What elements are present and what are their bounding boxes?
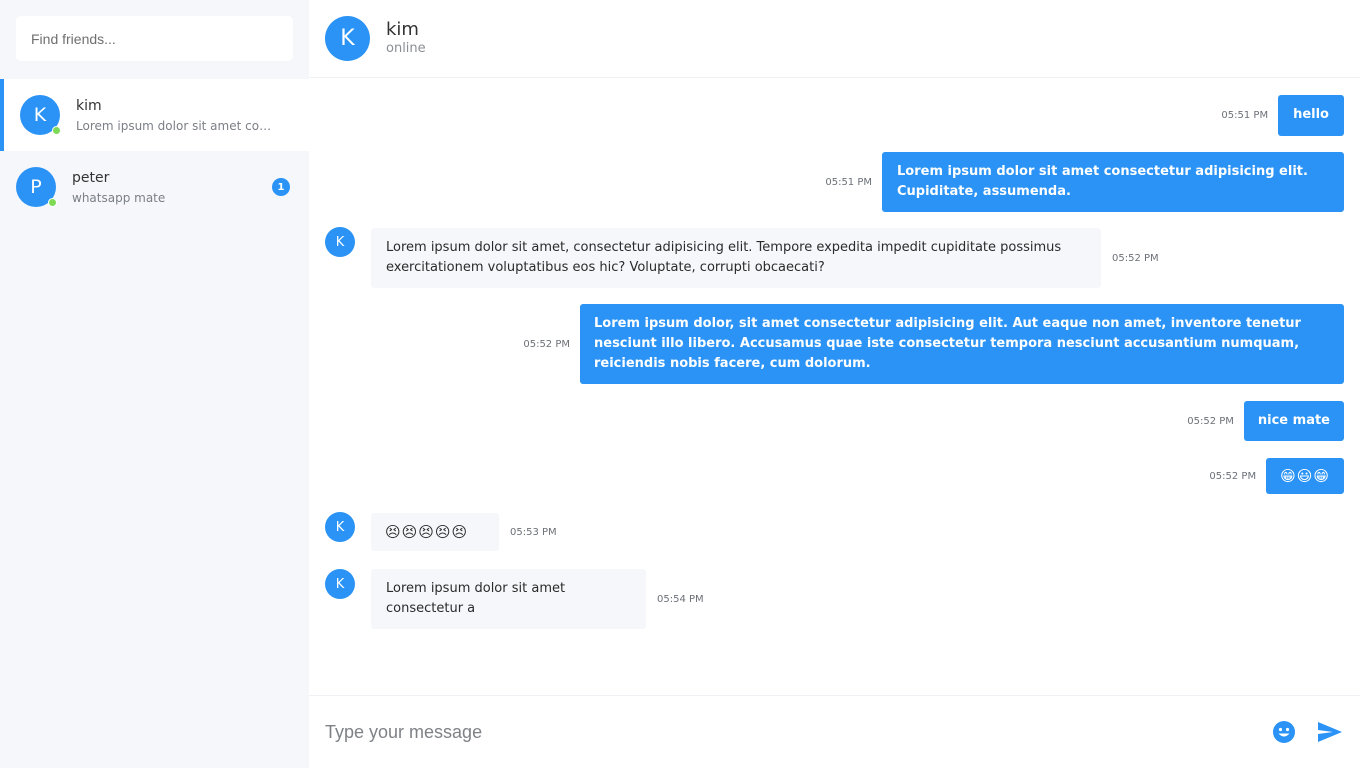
message-time: 05:53 PM bbox=[510, 526, 557, 538]
search-container bbox=[0, 0, 309, 61]
message-avatar: K bbox=[325, 227, 355, 257]
avatar: K bbox=[20, 95, 61, 135]
chat-panel: K kim online 05:51 PM hello 05:51 PM Lor… bbox=[309, 0, 1360, 768]
online-status-dot bbox=[52, 126, 61, 135]
chat-app: K kim Lorem ipsum dolor sit amet con... … bbox=[0, 0, 1360, 768]
message-sent: 05:51 PM hello bbox=[1221, 95, 1344, 136]
message-received: 😣😣😣😣😣 05:53 PM bbox=[371, 513, 557, 551]
contact-item-kim[interactable]: K kim Lorem ipsum dolor sit amet con... bbox=[0, 79, 309, 151]
message-time: 05:51 PM bbox=[1221, 110, 1269, 121]
message-time: 05:51 PM bbox=[825, 176, 872, 188]
send-arrow-icon[interactable] bbox=[1317, 719, 1343, 745]
chat-contact-status: online bbox=[386, 40, 426, 56]
smiley-face-icon[interactable] bbox=[1271, 719, 1297, 745]
message-time: 05:52 PM bbox=[1112, 252, 1159, 264]
sidebar: K kim Lorem ipsum dolor sit amet con... … bbox=[0, 0, 309, 768]
chat-header-avatar: K bbox=[325, 16, 370, 61]
online-status-dot bbox=[48, 198, 57, 207]
message-avatar: K bbox=[325, 512, 355, 542]
message-time: 05:52 PM bbox=[523, 338, 570, 350]
find-friends-input[interactable] bbox=[16, 16, 293, 61]
send-icon bbox=[1318, 722, 1342, 742]
message-time: 05:52 PM bbox=[1187, 415, 1234, 427]
unread-count-badge: 1 bbox=[272, 178, 290, 196]
message-bubble: Lorem ipsum dolor, sit amet consectetur … bbox=[580, 304, 1344, 384]
message-list: 05:51 PM hello 05:51 PM Lorem ipsum dolo… bbox=[309, 79, 1360, 695]
message-bubble: Lorem ipsum dolor sit amet consectetur a bbox=[371, 569, 646, 629]
contact-info: peter whatsapp mate bbox=[72, 170, 272, 205]
contact-name: peter bbox=[72, 169, 110, 186]
emoji-picker-icon bbox=[1273, 721, 1295, 743]
avatar-initial: K bbox=[33, 104, 47, 126]
message-bubble: Lorem ipsum dolor sit amet consectetur a… bbox=[882, 152, 1344, 212]
message-bubble: nice mate bbox=[1243, 401, 1344, 441]
message-sent: 05:52 PM nice mate bbox=[1187, 401, 1344, 441]
message-received: Lorem ipsum dolor sit amet consectetur a… bbox=[371, 569, 704, 629]
contact-item-peter[interactable]: P peter whatsapp mate 1 bbox=[0, 151, 309, 223]
avatar: P bbox=[16, 167, 57, 207]
contact-name: kim bbox=[76, 97, 102, 114]
message-bubble: hello bbox=[1278, 95, 1344, 136]
message-bubble: 😁😃😁 bbox=[1266, 458, 1344, 494]
message-bubble: Lorem ipsum dolor sit amet, consectetur … bbox=[371, 228, 1101, 288]
contact-preview: Lorem ipsum dolor sit amet con... bbox=[76, 118, 272, 133]
message-sent: 05:52 PM 😁😃😁 bbox=[1209, 458, 1344, 494]
message-time: 05:52 PM bbox=[1209, 470, 1257, 482]
message-sent: 05:52 PM Lorem ipsum dolor, sit amet con… bbox=[523, 304, 1344, 384]
chat-header: K kim online bbox=[309, 0, 1360, 78]
message-bubble: 😣😣😣😣😣 bbox=[371, 513, 499, 551]
message-input[interactable] bbox=[325, 712, 1271, 752]
chat-header-info: kim online bbox=[386, 18, 426, 58]
contact-preview: whatsapp mate bbox=[72, 190, 166, 205]
message-composer bbox=[309, 695, 1360, 768]
message-sent: 05:51 PM Lorem ipsum dolor sit amet cons… bbox=[825, 152, 1344, 212]
message-avatar: K bbox=[325, 569, 355, 599]
message-time: 05:54 PM bbox=[657, 593, 704, 605]
chat-contact-name: kim bbox=[386, 18, 419, 40]
message-received: Lorem ipsum dolor sit amet, consectetur … bbox=[371, 228, 1159, 288]
avatar-initial: P bbox=[30, 176, 42, 198]
contact-list: K kim Lorem ipsum dolor sit amet con... … bbox=[0, 79, 309, 223]
contact-info: kim Lorem ipsum dolor sit amet con... bbox=[76, 98, 276, 133]
